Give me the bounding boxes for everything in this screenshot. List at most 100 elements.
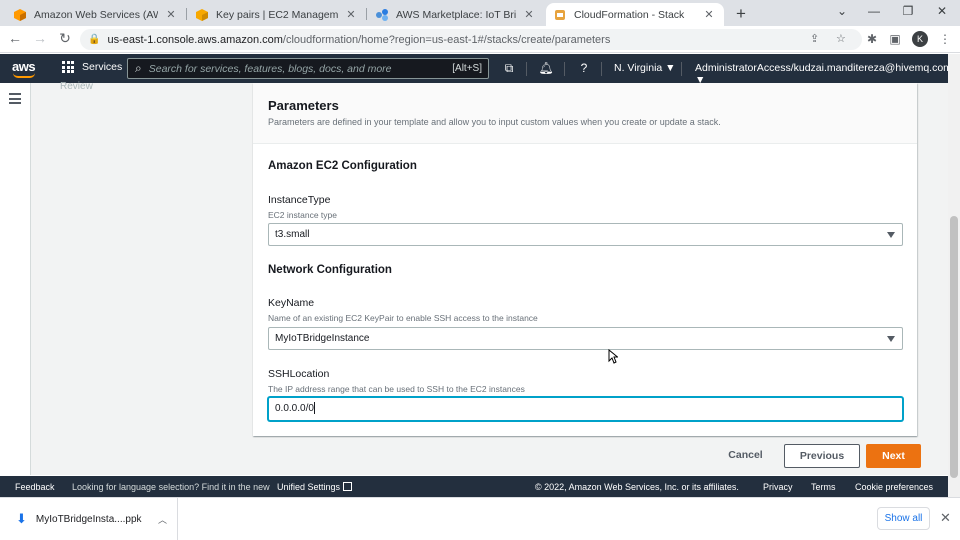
tab-close-icon[interactable]: ✕ (702, 8, 716, 21)
download-file-name: MyIoTBridgeInsta....ppk (35, 513, 142, 525)
key-name-select[interactable]: MyIoTBridgeInstance (268, 327, 903, 350)
aws-console-footer: Feedback Looking for language selection?… (0, 476, 948, 497)
previous-button[interactable]: Previous (784, 444, 860, 468)
profile-avatar[interactable]: K (912, 31, 928, 47)
chevron-up-icon[interactable]: ︿ (158, 513, 167, 526)
aws-logo-smile-icon (13, 73, 35, 78)
page-scrollbar[interactable] (948, 54, 960, 497)
marketplace-icon (376, 8, 388, 21)
parameters-panel: Parameters Parameters are defined in you… (253, 83, 917, 436)
browser-tab-key-pairs[interactable]: Key pairs | EC2 Management Con ✕ (188, 3, 366, 26)
parameters-header: Parameters Parameters are defined in you… (253, 83, 917, 144)
browser-tab-cloudformation[interactable]: CloudFormation - Stack ✕ (546, 3, 724, 26)
browser-tab-aws-home[interactable]: Amazon Web Services (AWS) ✕ (6, 3, 186, 26)
services-label: Services (82, 61, 123, 73)
cookie-preferences-link[interactable]: Cookie preferences (855, 482, 933, 492)
instance-type-label: InstanceType (268, 194, 331, 206)
cloudshell-icon[interactable]: ⧉ (501, 61, 517, 76)
network-section-title: Network Configuration (268, 264, 392, 276)
reload-icon[interactable]: ↻ (56, 30, 74, 47)
lock-icon: 🔒 (88, 34, 101, 45)
privacy-link[interactable]: Privacy (763, 482, 793, 492)
back-arrow-icon[interactable]: ← (6, 30, 24, 46)
bookmark-star-icon[interactable]: ☆ (836, 32, 846, 45)
cancel-button[interactable]: Cancel (723, 445, 768, 466)
ssh-location-description: The IP address range that can be used to… (268, 384, 525, 394)
next-button[interactable]: Next (866, 444, 921, 468)
side-panel-icon[interactable]: ▣ (887, 32, 903, 46)
services-menu-button[interactable]: Services (62, 61, 122, 73)
notifications-bell-icon[interactable]: 🔔︎ (538, 61, 554, 75)
aws-console-header: aws Services ⌕ Search for services, feat… (0, 54, 952, 86)
new-tab-button[interactable]: + (731, 4, 751, 24)
close-icon[interactable]: ✕ (940, 510, 951, 526)
file-icon: ⬇ (16, 511, 27, 526)
terms-link[interactable]: Terms (811, 482, 836, 492)
region-selector[interactable]: N. Virginia ▼ (614, 62, 676, 74)
download-item[interactable]: ⬇ MyIoTBridgeInsta....ppk ︿ (0, 498, 178, 540)
hamburger-menu-icon[interactable] (9, 93, 21, 107)
key-name-label: KeyName (268, 297, 315, 309)
tab-title: Key pairs | EC2 Management Con (216, 8, 338, 21)
aws-cube-icon (14, 8, 26, 21)
window-close-icon[interactable]: ✕ (932, 4, 952, 18)
extensions-puzzle-icon[interactable]: ✱ (864, 32, 880, 46)
side-navigation (0, 83, 31, 475)
instance-type-select[interactable]: t3.small (268, 223, 903, 246)
scrollbar-thumb[interactable] (950, 216, 958, 478)
minimize-icon[interactable]: — (864, 4, 884, 18)
mouse-pointer-icon (608, 349, 618, 364)
tab-search-chevron-icon[interactable]: ⌄ (832, 4, 852, 18)
search-icon: ⌕ (135, 61, 142, 75)
show-all-button[interactable]: Show all (877, 507, 930, 530)
copyright-text: © 2022, Amazon Web Services, Inc. or its… (535, 482, 739, 492)
nav-divider (526, 62, 527, 76)
ssh-location-label: SSHLocation (268, 368, 330, 380)
restore-icon[interactable]: ❐ (898, 4, 918, 18)
url-text: us-east-1.console.aws.amazon.com/cloudfo… (107, 33, 611, 46)
cloudformation-icon (555, 9, 565, 20)
tab-close-icon[interactable]: ✕ (344, 8, 358, 21)
tab-close-icon[interactable]: ✕ (164, 8, 178, 21)
language-prompt: Looking for language selection? Find it … (72, 482, 270, 492)
unified-settings-link[interactable]: Unified Settings (277, 482, 353, 492)
aws-search-input[interactable]: ⌕ Search for services, features, blogs, … (127, 58, 489, 79)
dropdown-caret-icon (887, 336, 895, 342)
dropdown-caret-icon (887, 232, 895, 238)
nav-divider (601, 62, 602, 76)
ssh-location-value: 0.0.0.0/0 (275, 403, 314, 414)
parameters-description: Parameters are defined in your template … (268, 117, 721, 127)
browser-toolbar: ← → ↻ 🔒 us-east-1.console.aws.amazon.com… (0, 26, 960, 53)
key-name-value: MyIoTBridgeInstance (275, 333, 370, 344)
tab-title: Amazon Web Services (AWS) (34, 8, 158, 21)
external-link-icon (343, 482, 353, 491)
aws-logo[interactable]: aws (12, 59, 36, 74)
wizard-step-review[interactable]: Review (60, 81, 93, 92)
browser-tab-strip: Amazon Web Services (AWS) ✕ Key pairs | … (0, 0, 960, 26)
browser-menu-icon[interactable]: ⋮ (937, 32, 953, 46)
nav-divider (681, 62, 682, 76)
nav-divider (564, 62, 565, 76)
tab-divider (366, 8, 367, 20)
forward-arrow-icon[interactable]: → (31, 30, 49, 46)
ssh-location-input[interactable]: 0.0.0.0/0 (268, 397, 903, 421)
tab-title: AWS Marketplace: IoT Bridge for (396, 8, 516, 21)
tab-divider (186, 8, 187, 20)
search-shortcut-hint: [Alt+S] (452, 63, 482, 74)
browser-tab-marketplace[interactable]: AWS Marketplace: IoT Bridge for ✕ (368, 3, 544, 26)
address-bar[interactable]: 🔒 us-east-1.console.aws.amazon.com/cloud… (80, 29, 862, 50)
ec2-cube-icon (196, 8, 208, 21)
instance-type-description: EC2 instance type (268, 210, 337, 220)
tab-title: CloudFormation - Stack (574, 8, 685, 21)
services-grid-icon (62, 61, 74, 73)
download-bar: ⬇ MyIoTBridgeInsta....ppk ︿ Show all ✕ (0, 497, 960, 540)
instance-type-value: t3.small (275, 229, 310, 240)
share-icon[interactable]: ⇪ (810, 32, 819, 45)
search-placeholder: Search for services, features, blogs, do… (148, 62, 392, 75)
feedback-link[interactable]: Feedback (15, 482, 55, 492)
parameters-title: Parameters (268, 98, 339, 113)
text-cursor (313, 402, 315, 415)
key-name-description: Name of an existing EC2 KeyPair to enabl… (268, 313, 538, 323)
tab-close-icon[interactable]: ✕ (522, 8, 536, 21)
help-icon[interactable]: ? (576, 61, 592, 75)
